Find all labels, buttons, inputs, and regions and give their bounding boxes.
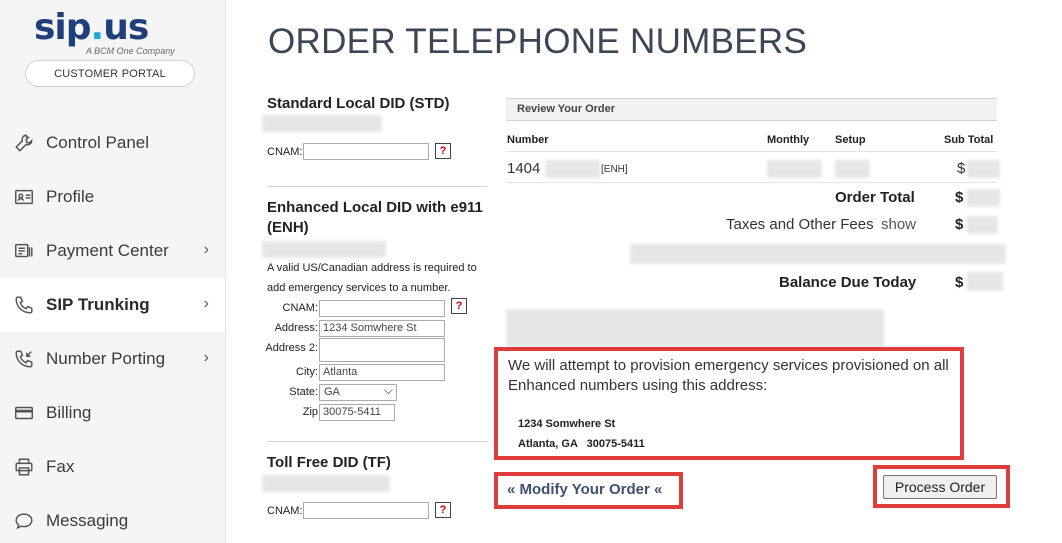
redacted-number-digits [545,160,600,178]
col-subtotal: Sub Total [944,134,994,146]
sidebar-item-payment-center[interactable]: Payment Center › [0,224,225,278]
address-input[interactable]: 1234 Somwhere St [319,320,445,337]
taxes-label: Taxes and Other Fees [726,216,874,233]
redacted-balance [967,272,1003,291]
address2-label: Address 2: [265,342,318,354]
city-input[interactable]: Atlanta [319,364,445,381]
order-row-tag: [ENH] [601,164,628,175]
enh-note-line2: add emergency services to a number. [267,282,451,294]
redacted-fees-row [630,244,1006,264]
tf-redacted-number [262,475,390,492]
col-monthly: Monthly [767,134,810,146]
enh-cnam-input[interactable] [319,300,445,317]
page-title: ORDER TELEPHONE NUMBERS [268,22,808,61]
row-divider [506,151,997,152]
sidebar-item-messaging[interactable]: Messaging [0,494,225,543]
emergency-notice-text: We will attempt to provision emergency s… [508,357,949,394]
logo-sip: sip [34,7,92,48]
emergency-address-line1: 1234 Somwhere St [518,418,616,430]
std-cnam-input[interactable] [303,143,429,160]
printer-icon [12,455,36,479]
state-select[interactable]: GA [319,383,397,401]
col-setup: Setup [835,134,866,146]
sidebar-item-label: Billing [46,403,92,422]
sidebar-nav: Control Panel Profile Payment Center › SIP T… [0,116,225,543]
address-label: Address: [274,322,318,334]
process-order-button[interactable]: Process Order [883,475,997,499]
order-total-currency: $ [955,189,964,206]
sidebar-item-label: Control Panel [46,133,150,152]
redacted-notice [506,309,884,347]
sidebar-item-label: SIP Trunking [46,295,150,314]
balance-due-label: Balance Due Today [779,274,917,291]
sidebar-item-control-panel[interactable]: Control Panel [0,116,225,170]
chevron-right-icon: › [203,295,209,312]
tf-cnam-label: CNAM: [267,505,303,517]
taxes-currency: $ [955,216,964,233]
std-section-title: Standard Local DID (STD) [267,95,450,112]
enh-section-title-line1: Enhanced Local DID with e911 [267,199,483,216]
logo-dot: . [90,7,105,48]
divider [267,441,487,442]
redacted-order-total [967,189,1000,207]
sidebar: sip.us A BCM One Company CUSTOMER PORTAL… [0,0,226,543]
chat-bubble-icon [12,509,36,533]
col-number: Number [507,134,549,146]
sidebar-item-label: Profile [46,187,95,206]
logo-us: us [103,7,149,48]
order-total-label: Order Total [835,189,915,206]
payment-icon [12,239,36,263]
divider [267,186,487,187]
logo-tagline: A BCM One Company [86,46,175,56]
enh-help-icon[interactable]: ? [451,298,467,314]
logo[interactable]: sip.us A BCM One Company [34,10,194,60]
sidebar-item-billing[interactable]: Billing [0,386,225,440]
sidebar-item-label: Fax [46,457,75,476]
tf-section-title: Toll Free DID (TF) [267,454,391,471]
phone-incoming-icon [12,347,36,371]
state-select-value: GA [324,386,340,398]
emergency-address-line2: Atlanta, GA 30075-5411 [518,438,645,450]
wrench-icon [12,131,36,155]
phone-icon [12,293,36,317]
address2-input[interactable] [319,338,445,362]
enh-note-line1: A valid US/Canadian address is required … [267,262,477,274]
state-label: State: [289,386,318,398]
taxes-show-link[interactable]: show [881,216,916,233]
sidebar-item-label: Number Porting [46,349,166,368]
enh-redacted-number [262,241,386,258]
sidebar-item-label: Messaging [46,511,129,530]
review-order-header: Review Your Order [506,98,997,121]
logo-wordmark: sip.us [34,10,194,46]
tf-help-icon[interactable]: ? [435,502,451,518]
std-redacted-number [262,115,382,132]
zip-input[interactable]: 30075-5411 [319,404,395,421]
row-divider [506,182,997,183]
tf-cnam-input[interactable] [303,502,429,519]
chevron-right-icon: › [203,349,209,366]
id-card-icon [12,185,36,209]
credit-card-icon [12,401,36,425]
order-row-number: 1404 [507,160,541,177]
modify-order-link[interactable]: « Modify Your Order « [507,481,662,498]
subtotal-currency: $ [957,160,966,177]
balance-due-currency: $ [955,274,964,291]
sidebar-item-profile[interactable]: Profile [0,170,225,224]
std-help-icon[interactable]: ? [435,143,451,159]
std-cnam-label: CNAM: [267,146,303,158]
zip-label: Zip [302,406,318,418]
enh-section-title-line2: (ENH) [267,219,309,236]
enh-cnam-label: CNAM: [282,302,318,314]
city-label: City: [296,366,318,378]
chevron-right-icon: › [203,241,209,258]
sidebar-item-number-porting[interactable]: Number Porting › [0,332,225,386]
customer-portal-button[interactable]: CUSTOMER PORTAL [25,60,195,87]
sidebar-item-label: Payment Center [46,241,169,260]
redacted-subtotal [967,160,1000,178]
redacted-taxes [967,216,998,234]
sidebar-item-fax[interactable]: Fax [0,440,225,494]
redacted-monthly [767,160,822,178]
sidebar-item-sip-trunking[interactable]: SIP Trunking › [0,278,225,332]
redacted-setup [835,160,870,178]
